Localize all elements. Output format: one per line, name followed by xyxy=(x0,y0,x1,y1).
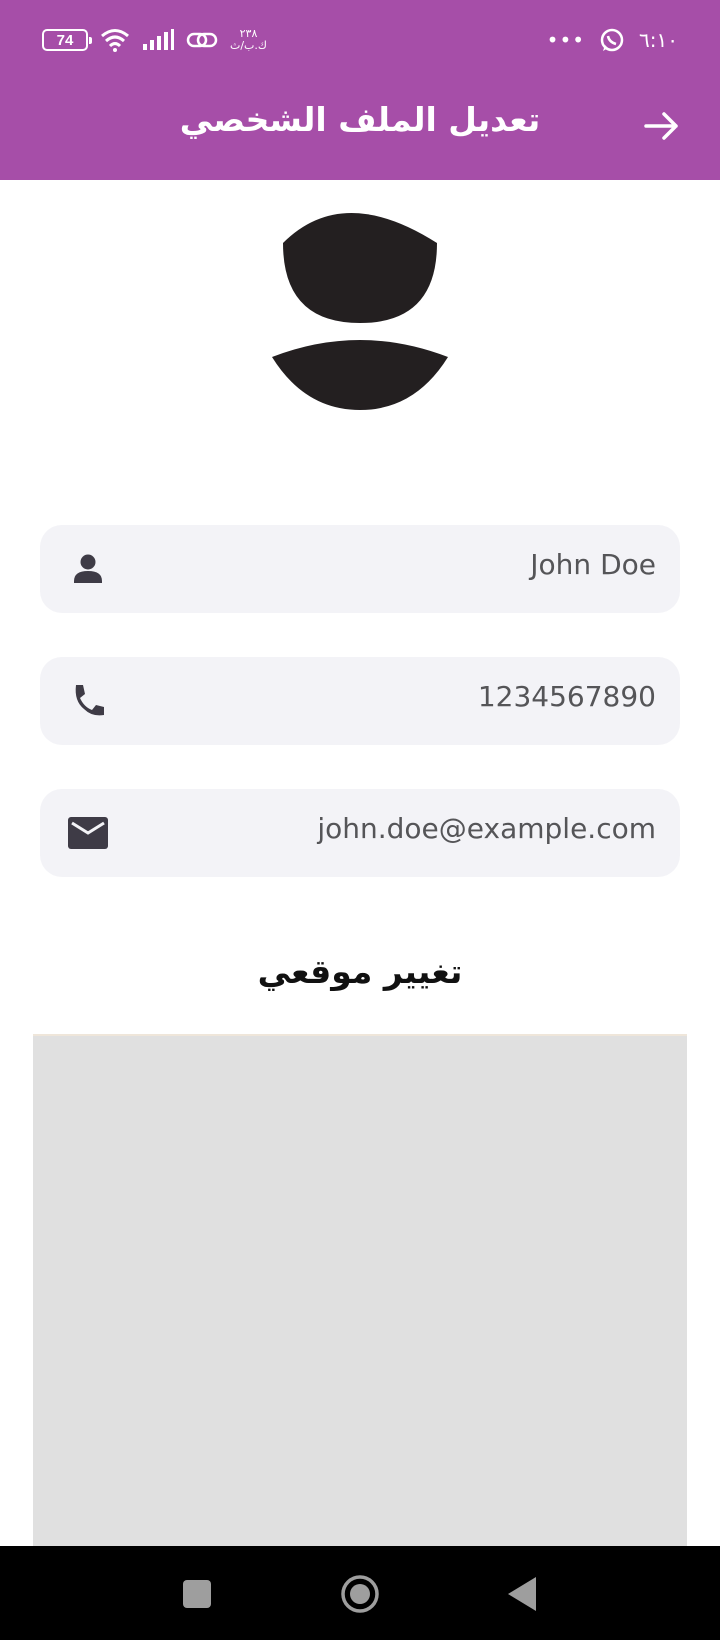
battery-level: 74 xyxy=(56,31,74,49)
network-speed-unit: ك.ب/ث xyxy=(230,39,267,52)
battery-icon: 74 xyxy=(42,29,92,51)
phone-field[interactable]: 1234567890 xyxy=(40,657,680,745)
network-speed: ٢٣٨ ك.ب/ث xyxy=(230,28,267,52)
app-bar: 74 ٢٣٨ ك.ب/ث ••• ٦:١٠ تعديل الملف الشخصي xyxy=(0,0,720,180)
status-bar: 74 ٢٣٨ ك.ب/ث ••• ٦:١٠ xyxy=(0,0,720,80)
signal-icon xyxy=(143,29,174,50)
phone-icon xyxy=(75,685,104,716)
home-button[interactable] xyxy=(340,1574,380,1614)
nav-back-button[interactable] xyxy=(506,1575,538,1613)
status-bar-right: ••• ٦:١٠ xyxy=(547,26,678,54)
location-map[interactable] xyxy=(33,1034,687,1550)
whatsapp-icon xyxy=(600,28,624,52)
more-notifications-icon: ••• xyxy=(546,28,586,52)
person-icon xyxy=(74,554,102,583)
recent-apps-button[interactable] xyxy=(183,1580,211,1608)
wifi-icon xyxy=(101,29,129,52)
email-field[interactable]: john.doe@example.com xyxy=(40,789,680,877)
email-value[interactable]: john.doe@example.com xyxy=(317,789,656,877)
link-icon xyxy=(186,32,218,48)
name-field[interactable]: John Doe xyxy=(40,525,680,613)
person-icon xyxy=(272,213,448,410)
mail-icon xyxy=(68,817,108,849)
arrow-right-icon xyxy=(644,112,678,140)
status-bar-left: 74 ٢٣٨ ك.ب/ث xyxy=(42,26,267,54)
status-time: ٦:١٠ xyxy=(639,28,678,52)
back-button[interactable] xyxy=(640,104,684,148)
profile-avatar[interactable] xyxy=(265,205,455,415)
name-value[interactable]: John Doe xyxy=(530,525,656,613)
change-location-title: تغيير موقعي xyxy=(257,952,463,991)
page-title: تعديل الملف الشخصي xyxy=(179,100,541,139)
phone-value[interactable]: 1234567890 xyxy=(478,657,656,745)
